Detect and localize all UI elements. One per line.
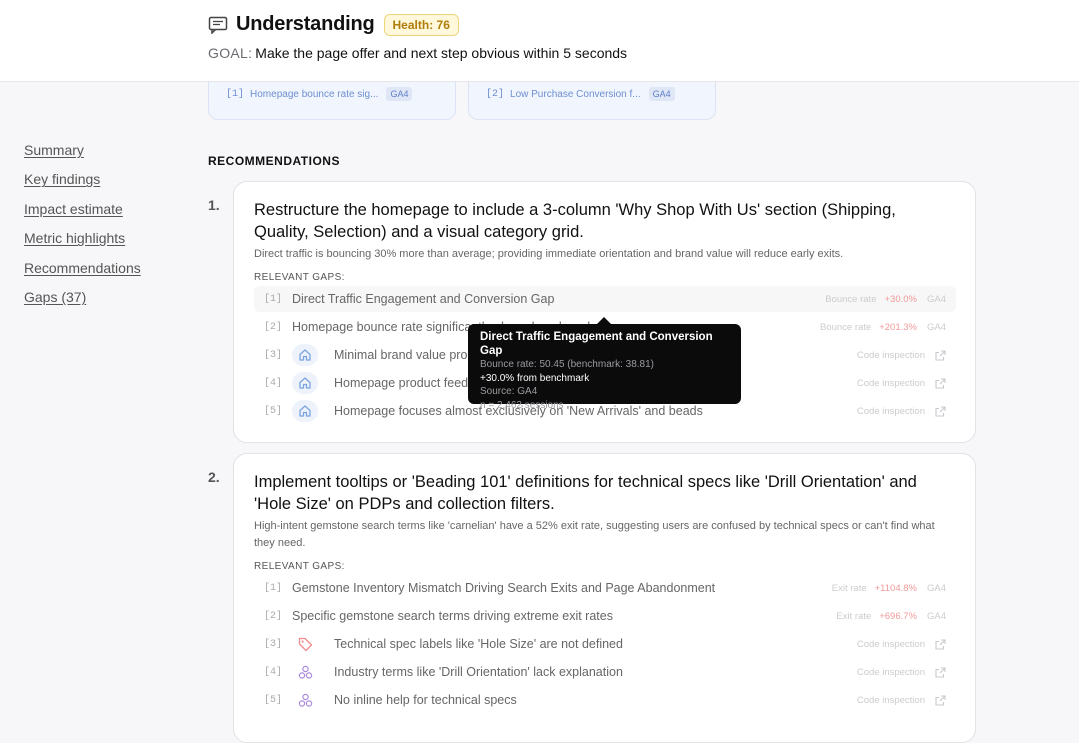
- relevant-gaps-label: RELEVANT GAPS:: [254, 561, 345, 572]
- sidebar-item-recommendations[interactable]: Recommendations: [24, 259, 141, 288]
- top-gap-text: Homepage bounce rate sig...: [250, 88, 379, 100]
- goal-text: Make the page offer and next step obviou…: [255, 45, 628, 61]
- top-gap-index: [1]: [226, 88, 245, 100]
- gap-delta: +201.3%: [879, 321, 917, 333]
- gap-source: Code inspection: [856, 377, 925, 389]
- tooltip-sample-size: n = 2,462 sessions: [480, 399, 564, 411]
- source-badge: GA4: [648, 87, 675, 101]
- sidebar-item-impact-estimate[interactable]: Impact estimate: [24, 200, 141, 229]
- gap-index: [4]: [264, 377, 283, 389]
- gap-text: No inline help for technical specs: [334, 693, 517, 707]
- tooltip-title: Direct Traffic Engagement and Conversion…: [480, 331, 713, 357]
- molecule-icon: [292, 689, 318, 711]
- tooltip-metric: Bounce rate: 50.45 (benchmark: 38.81): [480, 359, 654, 370]
- gap-metric: Bounce rate: [819, 321, 872, 333]
- gap-row[interactable]: [3] Technical spec labels like 'Hole Siz…: [254, 631, 956, 657]
- home-icon: [292, 372, 318, 394]
- home-icon: [292, 344, 318, 366]
- recommendation-title: Restructure the homepage to include a 3-…: [254, 201, 896, 241]
- molecule-icon: [292, 661, 318, 683]
- gap-source: GA4: [926, 293, 946, 305]
- gap-index: [5]: [264, 405, 283, 417]
- health-badge: Health: 76: [383, 13, 459, 36]
- tooltip-source: Source: GA4: [480, 386, 538, 397]
- recommendation-title: Implement tooltips or 'Beading 101' defi…: [254, 473, 917, 513]
- gap-row[interactable]: [4] Industry terms like 'Drill Orientati…: [254, 659, 956, 685]
- gap-index: [5]: [264, 694, 283, 706]
- external-link-icon[interactable]: [935, 694, 946, 706]
- gap-row[interactable]: [1] Gemstone Inventory Mismatch Driving …: [254, 575, 956, 601]
- gap-text: Technical spec labels like 'Hole Size' a…: [334, 637, 623, 651]
- page-header: Understanding Health: 76 GOAL: Make the p…: [0, 0, 1079, 82]
- gap-source: GA4: [926, 321, 946, 333]
- gap-source: GA4: [926, 610, 946, 622]
- external-link-icon[interactable]: [935, 638, 946, 650]
- gap-index: [1]: [264, 582, 283, 594]
- recommendation-card: Implement tooltips or 'Beading 101' defi…: [233, 453, 976, 743]
- gap-index: [2]: [264, 610, 283, 622]
- tag-icon: [292, 633, 318, 655]
- gap-delta: +1104.8%: [874, 582, 917, 594]
- top-gap-index: [2]: [486, 88, 505, 100]
- sidebar-item-gaps[interactable]: Gaps (37): [24, 288, 141, 317]
- external-link-icon[interactable]: [935, 349, 946, 361]
- gap-metric: Exit rate: [836, 610, 872, 622]
- gap-index: [1]: [264, 293, 283, 305]
- goal: GOAL: Make the page offer and next step o…: [208, 45, 627, 61]
- gap-source: Code inspection: [856, 638, 925, 650]
- external-link-icon[interactable]: [935, 377, 946, 389]
- gap-row[interactable]: [1] Direct Traffic Engagement and Conver…: [254, 286, 956, 312]
- recommendation-description: Direct traffic is bouncing 30% more than…: [254, 248, 844, 260]
- gap-delta: +696.7%: [879, 610, 917, 622]
- tooltip-delta: +30.0% from benchmark: [480, 372, 590, 384]
- gap-source: GA4: [926, 582, 946, 594]
- sidebar-nav: Summary Key findings Impact estimate Met…: [24, 141, 141, 317]
- gap-source: Code inspection: [856, 694, 925, 706]
- home-icon: [292, 400, 318, 422]
- message-icon: [208, 16, 228, 34]
- gap-metric: Exit rate: [831, 582, 867, 594]
- gap-text: Specific gemstone search terms driving e…: [292, 609, 613, 623]
- sidebar-item-summary[interactable]: Summary: [24, 141, 141, 170]
- external-link-icon[interactable]: [935, 666, 946, 678]
- gap-index: [4]: [264, 666, 283, 678]
- recommendation-number: 2.: [208, 469, 220, 485]
- top-gap-text: Low Purchase Conversion f...: [510, 88, 641, 100]
- gap-row[interactable]: [5] No inline help for technical specs C…: [254, 687, 956, 713]
- section-heading-recommendations: RECOMMENDATIONS: [208, 154, 340, 168]
- recommendation-number: 1.: [208, 197, 220, 213]
- gap-row[interactable]: [2] Specific gemstone search terms drivi…: [254, 603, 956, 629]
- gap-source: Code inspection: [856, 405, 925, 417]
- gap-source: Code inspection: [856, 666, 925, 678]
- gap-metric: Bounce rate: [825, 293, 877, 305]
- gap-tooltip: Direct Traffic Engagement and Conversion…: [468, 317, 741, 411]
- gap-index: [3]: [264, 349, 283, 361]
- gap-text: Industry terms like 'Drill Orientation' …: [334, 665, 623, 679]
- recommendation-description: High-intent gemstone search terms like '…: [254, 520, 935, 549]
- gap-delta: +30.0%: [884, 293, 917, 305]
- sidebar-item-metric-highlights[interactable]: Metric highlights: [24, 229, 141, 258]
- goal-label: GOAL:: [208, 45, 253, 61]
- relevant-gaps-label: RELEVANT GAPS:: [254, 272, 345, 283]
- external-link-icon[interactable]: [935, 405, 946, 417]
- sidebar-item-key-findings[interactable]: Key findings: [24, 170, 141, 199]
- page-title: Understanding: [236, 13, 375, 35]
- gap-index: [2]: [264, 321, 283, 333]
- gap-index: [3]: [264, 638, 283, 650]
- gap-source: Code inspection: [856, 349, 925, 361]
- gap-text: Gemstone Inventory Mismatch Driving Sear…: [292, 581, 716, 595]
- source-badge: GA4: [386, 87, 413, 101]
- gap-text: Direct Traffic Engagement and Conversion…: [292, 292, 555, 306]
